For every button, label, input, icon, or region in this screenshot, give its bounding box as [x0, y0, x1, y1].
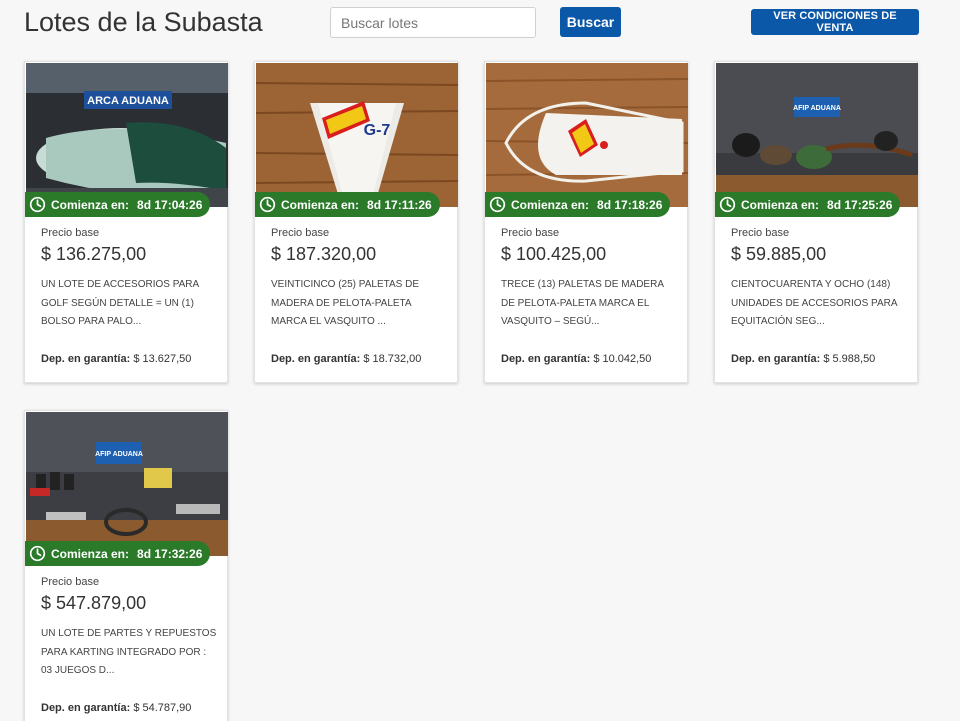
search-button[interactable]: Buscar — [560, 7, 621, 37]
base-price: $ 100.425,00 — [501, 244, 607, 264]
lot-card[interactable]: Comienza en: 8d 17:18:26 Precio base $ 1… — [484, 61, 688, 383]
deposit-label: Dep. en garantía: — [271, 353, 361, 365]
lot-description: UN LOTE DE ACCESORIOS PARA GOLF SEGÚN DE… — [41, 279, 199, 327]
countdown-badge: Comienza en: 8d 17:32:26 — [25, 541, 211, 566]
countdown-badge: Comienza en: 8d 17:04:26 — [25, 192, 211, 217]
base-price-label: Precio base — [41, 576, 100, 588]
lot-image-karting-parts[interactable]: AFIP ADUANA — [26, 412, 228, 556]
deposit-value: $ 13.627,50 — [133, 353, 192, 365]
base-price: $ 547.879,00 — [41, 593, 147, 613]
countdown-badge: Comienza en: 8d 17:11:26 — [255, 192, 440, 217]
clock-icon — [29, 196, 46, 213]
lot-description: UN LOTE DE PARTES Y REPUESTOS PARA KARTI… — [41, 628, 217, 676]
base-price: $ 187.320,00 — [271, 244, 377, 264]
deposit-label: Dep. en garantía: — [731, 353, 821, 365]
countdown-label: Comienza en: — [741, 197, 820, 212]
countdown-time: 8d 17:32:26 — [137, 546, 203, 561]
countdown-time: 8d 17:04:26 — [137, 197, 203, 212]
page: Lotes de la Subasta Buscar VER CONDICION… — [0, 0, 960, 721]
lot-description: TRECE (13) PALETAS DE MADERA DE PELOTA-P… — [501, 279, 664, 327]
lot-card[interactable]: AFIP ADUANA Comienza en: 8d 17:25:26 Pre… — [714, 61, 918, 383]
lot-image-sign: G-7 — [364, 122, 391, 139]
base-price-label: Precio base — [271, 227, 330, 239]
countdown-label: Comienza en: — [281, 197, 360, 212]
clock-icon — [719, 196, 736, 213]
clock-icon — [489, 196, 506, 213]
base-price: $ 59.885,00 — [731, 244, 827, 264]
lot-image-equestrian-accessories[interactable]: AFIP ADUANA — [716, 63, 918, 207]
base-price-label: Precio base — [501, 227, 560, 239]
countdown-label: Comienza en: — [511, 197, 590, 212]
deposit-guarantee: Dep. en garantía: $ 5.988,50 — [731, 353, 875, 365]
lot-image-paleta[interactable] — [486, 63, 688, 207]
countdown-badge: Comienza en: 8d 17:25:26 — [715, 192, 901, 217]
countdown-time: 8d 17:25:26 — [827, 197, 893, 212]
lot-card[interactable]: ARCA ADUANA Comienza en: 8d 17:04:26 Pre… — [24, 61, 228, 383]
deposit-label: Dep. en garantía: — [41, 702, 131, 714]
lot-image-sign: ARCA ADUANA — [87, 95, 169, 107]
deposit-value: $ 10.042,50 — [593, 353, 652, 365]
deposit-guarantee: Dep. en garantía: $ 54.787,90 — [41, 702, 191, 714]
countdown-label: Comienza en: — [51, 197, 130, 212]
lot-image-wooden-paletas[interactable]: G-7 — [256, 63, 458, 207]
lot-image-sign: AFIP ADUANA — [95, 451, 143, 458]
lot-card[interactable]: G-7 Comienza en: 8d 17:11:26 Precio base… — [254, 61, 458, 383]
deposit-value: $ 5.988,50 — [823, 353, 876, 365]
deposit-label: Dep. en garantía: — [41, 353, 131, 365]
lot-card[interactable]: AFIP ADUANA Comienza en: 8d 17:32:26 Pre… — [24, 410, 228, 721]
view-conditions-button[interactable]: VER CONDICIONES DE VENTA — [751, 9, 919, 35]
countdown-badge: Comienza en: 8d 17:18:26 — [485, 192, 671, 217]
clock-icon — [259, 196, 276, 213]
page-title: Lotes de la Subasta — [24, 7, 263, 37]
base-price-label: Precio base — [41, 227, 100, 239]
base-price-label: Precio base — [731, 227, 790, 239]
countdown-time: 8d 17:18:26 — [597, 197, 663, 212]
countdown-label: Comienza en: — [51, 546, 130, 561]
lot-image-sign: AFIP ADUANA — [793, 105, 841, 112]
lot-image-golf-bag[interactable]: ARCA ADUANA — [26, 63, 228, 207]
deposit-guarantee: Dep. en garantía: $ 13.627,50 — [41, 353, 191, 365]
countdown-time: 8d 17:11:26 — [367, 197, 432, 212]
deposit-guarantee: Dep. en garantía: $ 10.042,50 — [501, 353, 651, 365]
deposit-value: $ 18.732,00 — [363, 353, 422, 365]
clock-icon — [29, 545, 46, 562]
deposit-label: Dep. en garantía: — [501, 353, 591, 365]
deposit-guarantee: Dep. en garantía: $ 18.732,00 — [271, 353, 421, 365]
base-price: $ 136.275,00 — [41, 244, 147, 264]
search-input[interactable] — [330, 7, 536, 38]
lot-description: CIENTOCUARENTA Y OCHO (148) UNIDADES DE … — [731, 279, 897, 327]
lot-description: VEINTICINCO (25) PALETAS DE MADERA DE PE… — [271, 279, 419, 327]
deposit-value: $ 54.787,90 — [133, 702, 192, 714]
